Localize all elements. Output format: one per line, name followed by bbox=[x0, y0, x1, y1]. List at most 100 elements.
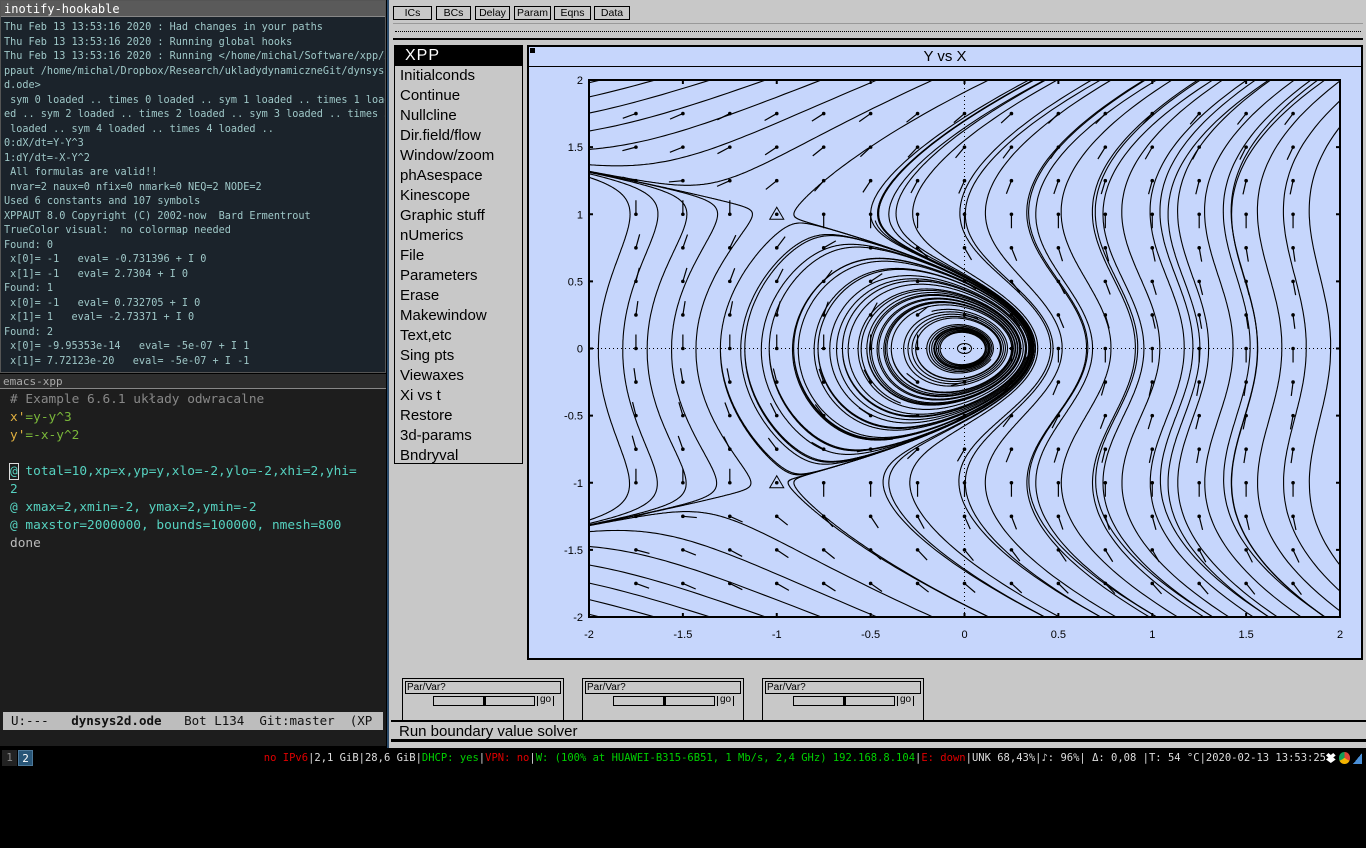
terminal-window[interactable]: inotify-hookable Thu Feb 13 13:53:16 202… bbox=[0, 0, 386, 373]
x-tick-label: 1 bbox=[1149, 629, 1155, 641]
direction-arrow bbox=[668, 180, 683, 183]
menu-item-kinescope[interactable]: Kinescope bbox=[395, 186, 522, 206]
arrow-dot bbox=[634, 212, 638, 217]
arrow-dot bbox=[774, 447, 779, 451]
menu-item-continue[interactable]: Continue bbox=[395, 86, 522, 106]
arrow-dot bbox=[821, 380, 826, 384]
terminal-line: Thu Feb 13 13:53:16 2020 : Running </hom… bbox=[4, 51, 385, 62]
arrow-dot bbox=[1009, 581, 1014, 586]
chrome-icon[interactable] bbox=[1338, 752, 1351, 764]
slider-track[interactable] bbox=[793, 696, 895, 706]
arrow-dot bbox=[1291, 380, 1295, 384]
arrow-dot bbox=[728, 212, 732, 217]
slider-knob[interactable] bbox=[843, 697, 846, 705]
direction-arrow bbox=[1104, 314, 1110, 329]
button-param[interactable]: Param bbox=[514, 6, 551, 20]
modeline-mode: U:--- bbox=[11, 713, 49, 728]
menu-item-text-etc[interactable]: Text,etc bbox=[395, 326, 522, 346]
menu-item-parameters[interactable]: Parameters bbox=[395, 266, 522, 286]
workspace-1[interactable]: 1 bbox=[2, 750, 17, 766]
phase-plane-plot[interactable]: -2 -1.5 -1 -0.5 0 0.5 1 1.5 2 2 1.5 1 0.5 0 -0.5 -1 -1.5… bbox=[529, 47, 1361, 658]
terminal-line: x[1]= 7.72123e-20 eval= -5e-07 + I -1 bbox=[4, 355, 250, 367]
direction-arrow bbox=[1151, 516, 1157, 530]
arrow-dot bbox=[1244, 380, 1248, 384]
x-tick-label: -1.5 bbox=[673, 629, 692, 641]
direction-arrow bbox=[680, 368, 684, 383]
slider-knob[interactable] bbox=[483, 697, 486, 705]
button-delay[interactable]: Delay bbox=[475, 6, 510, 20]
parameter-slider: Par/Var? go bbox=[762, 678, 924, 721]
x-tick-label: 2 bbox=[1337, 629, 1343, 641]
command-line[interactable] bbox=[393, 23, 1363, 40]
go-button[interactable]: go bbox=[717, 695, 734, 706]
emacs-window[interactable]: emacs-xpp # Example 6.6.1 układy odwraca… bbox=[0, 374, 386, 746]
go-button[interactable]: go bbox=[537, 695, 554, 706]
arrow-dot bbox=[1244, 246, 1248, 250]
arrow-dot bbox=[1291, 548, 1295, 552]
menu-item-xi-vs-t[interactable]: Xi vs t bbox=[395, 386, 522, 406]
button-eqns[interactable]: Eqns bbox=[554, 6, 591, 20]
arrow-dot bbox=[728, 480, 732, 485]
arrow-dot bbox=[1103, 548, 1108, 552]
go-button[interactable]: go bbox=[897, 695, 914, 706]
xppaut-window[interactable]: ICs BCs Delay Param Eqns Data XPP Initialcond… bbox=[387, 0, 1366, 748]
menu-item-initialconds[interactable]: Initialconds bbox=[395, 66, 522, 86]
direction-arrow bbox=[677, 435, 684, 450]
arrow-dot bbox=[1150, 447, 1155, 451]
button-ics[interactable]: ICs bbox=[393, 6, 432, 20]
direction-arrow bbox=[1151, 314, 1156, 329]
slider-track[interactable] bbox=[433, 696, 535, 706]
terminal-line: Found: 2 bbox=[4, 326, 54, 338]
terminal-line: 1:dY/dt=-X-Y^2 bbox=[4, 152, 90, 164]
direction-arrow bbox=[1286, 146, 1294, 161]
menu-item-sing-pts[interactable]: Sing pts bbox=[395, 346, 522, 366]
par-var-field[interactable]: Par/Var? bbox=[405, 681, 561, 694]
menu-item-graphic-stuff[interactable]: Graphic stuff bbox=[395, 206, 522, 226]
menu-item-3d-params[interactable]: 3d-params bbox=[395, 426, 522, 446]
slider-track[interactable] bbox=[613, 696, 715, 706]
menu-item-bndryval[interactable]: Bndryval bbox=[395, 446, 522, 466]
par-var-field[interactable]: Par/Var? bbox=[585, 681, 741, 694]
workspace-2[interactable]: 2 bbox=[18, 750, 33, 766]
button-bcs[interactable]: BCs bbox=[436, 6, 471, 20]
arrow-dot bbox=[728, 581, 732, 586]
arrow-dot bbox=[1150, 145, 1155, 149]
code-eq: =y-y^3 bbox=[25, 410, 72, 425]
slider-knob[interactable] bbox=[663, 697, 666, 705]
code-text: done bbox=[10, 536, 41, 551]
menu-item-dir-field-flow[interactable]: Dir.field/flow bbox=[395, 126, 522, 146]
trajectory bbox=[1121, 80, 1231, 617]
arrow-dot bbox=[915, 111, 920, 116]
direction-arrow bbox=[1292, 247, 1296, 262]
arrow-dot bbox=[728, 514, 732, 519]
graph-window[interactable]: Y vs X -2 -1.5 -1 -0.5 0 0.5 1 1.5 2 2 1.5 1 0.5 0 -0.… bbox=[527, 45, 1363, 660]
arrow-dot bbox=[1291, 581, 1295, 586]
arrow-dot bbox=[1197, 447, 1201, 451]
menu-item-erase[interactable]: Erase bbox=[395, 286, 522, 306]
menu-item-viewaxes[interactable]: Viewaxes bbox=[395, 366, 522, 386]
arrow-dot bbox=[681, 279, 685, 284]
arrow-dot bbox=[1103, 313, 1108, 317]
arrow-dot bbox=[728, 548, 732, 552]
dropbox-icon[interactable] bbox=[1326, 753, 1336, 763]
par-var-field[interactable]: Par/Var? bbox=[765, 681, 921, 694]
button-data[interactable]: Data bbox=[594, 6, 630, 20]
menu-item-makewindow[interactable]: Makewindow bbox=[395, 306, 522, 326]
menu-item-nullcline[interactable]: Nullcline bbox=[395, 106, 522, 126]
menu-item-phasespace[interactable]: phAsespace bbox=[395, 166, 522, 186]
code-option: total=10,xp=x,yp=y,xlo=-2,ylo=-2,xhi=2,y… bbox=[17, 464, 365, 479]
menu-item-window-zoom[interactable]: Window/zoom bbox=[395, 146, 522, 166]
parameter-slider: Par/Var? go bbox=[402, 678, 564, 721]
arrow-dot bbox=[1056, 480, 1061, 485]
modeline-git: Git:master bbox=[259, 713, 335, 728]
terminal-line: TrueColor visual: no colormap needed bbox=[4, 225, 231, 236]
editor-buffer[interactable]: # Example 6.6.1 układy odwracalne x'=y-y… bbox=[0, 389, 386, 555]
menu-item-file[interactable]: File bbox=[395, 246, 522, 266]
menu-item-numerics[interactable]: nUmerics bbox=[395, 226, 522, 246]
menu-item-restore[interactable]: Restore bbox=[395, 406, 522, 426]
direction-arrow bbox=[917, 549, 928, 561]
y-tick-label: 2 bbox=[577, 75, 583, 87]
arrow-dot bbox=[774, 346, 779, 351]
arrow-dot bbox=[1197, 178, 1201, 183]
arrow-dot bbox=[1009, 313, 1014, 317]
